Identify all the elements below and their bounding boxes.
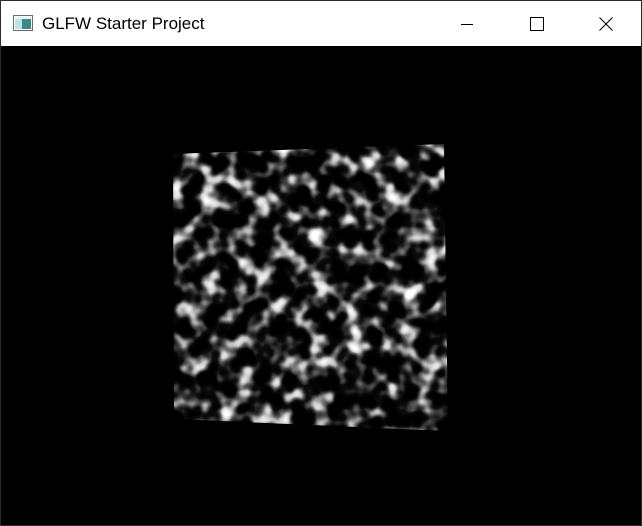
render-viewport[interactable] xyxy=(1,46,641,525)
window-title: GLFW Starter Project xyxy=(42,14,205,33)
minimize-button[interactable] xyxy=(432,1,502,46)
noise-texture-quad xyxy=(173,144,448,431)
close-icon xyxy=(599,16,613,31)
close-button[interactable] xyxy=(571,1,641,46)
maximize-icon xyxy=(530,16,544,31)
glfw-window: GLFW Starter Project xyxy=(0,0,642,526)
title-bar[interactable]: GLFW Starter Project xyxy=(1,1,641,46)
maximize-button[interactable] xyxy=(502,1,572,46)
app-window-icon xyxy=(13,15,33,31)
minimize-icon xyxy=(461,23,473,25)
